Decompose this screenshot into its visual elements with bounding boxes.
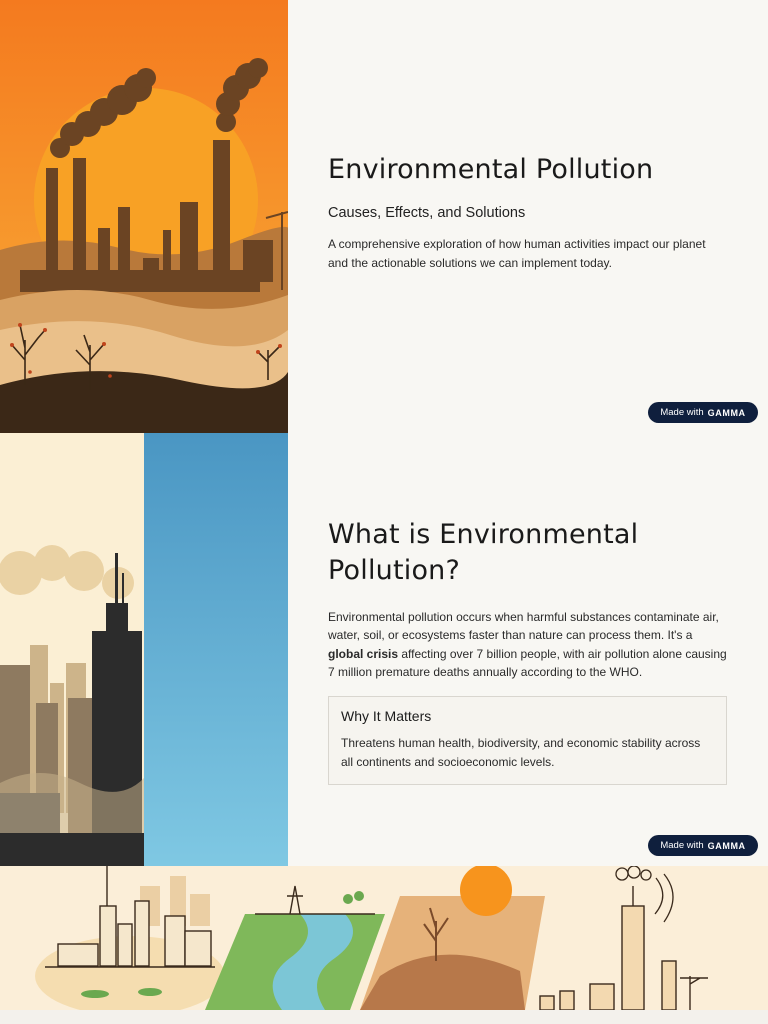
title-content: Environmental Pollution Causes, Effects,… <box>328 152 728 272</box>
slide-title: Environmental Pollution Causes, Effects,… <box>0 0 768 433</box>
slide-pollution-types-partial <box>0 866 768 1010</box>
definition-text-1: Environmental pollution occurs when harm… <box>328 609 719 643</box>
made-with-gamma-badge[interactable]: Made with GAMMA <box>648 835 758 856</box>
definition-content: What is Environmental Pollution? Environ… <box>328 517 728 785</box>
pollution-types-illustration <box>0 866 768 1010</box>
callout-text: Threatens human health, biodiversity, an… <box>341 735 701 769</box>
definition-highlight: global crisis <box>328 646 399 661</box>
badge-brand: GAMMA <box>707 840 746 851</box>
section-title: What is Environmental Pollution? <box>328 519 639 587</box>
page-bottom-gap <box>0 1010 768 1024</box>
why-it-matters-callout: Why It Matters Threatens human health, b… <box>328 695 727 785</box>
badge-prefix: Made with <box>660 840 704 851</box>
factory-sunset-illustration <box>0 0 288 433</box>
badge-prefix: Made with <box>660 407 704 418</box>
callout-title: Why It Matters <box>341 707 432 724</box>
definition-paragraph: Environmental pollution occurs when harm… <box>328 608 728 682</box>
page-title: Environmental Pollution <box>328 154 654 185</box>
badge-brand: GAMMA <box>707 407 746 418</box>
subtitle: Causes, Effects, and Solutions <box>328 205 526 222</box>
smoggy-city-illustration <box>0 433 288 866</box>
intro-paragraph: A comprehensive exploration of how human… <box>328 237 706 270</box>
made-with-gamma-badge[interactable]: Made with GAMMA <box>648 402 758 423</box>
slide-definition: What is Environmental Pollution? Environ… <box>0 433 768 866</box>
